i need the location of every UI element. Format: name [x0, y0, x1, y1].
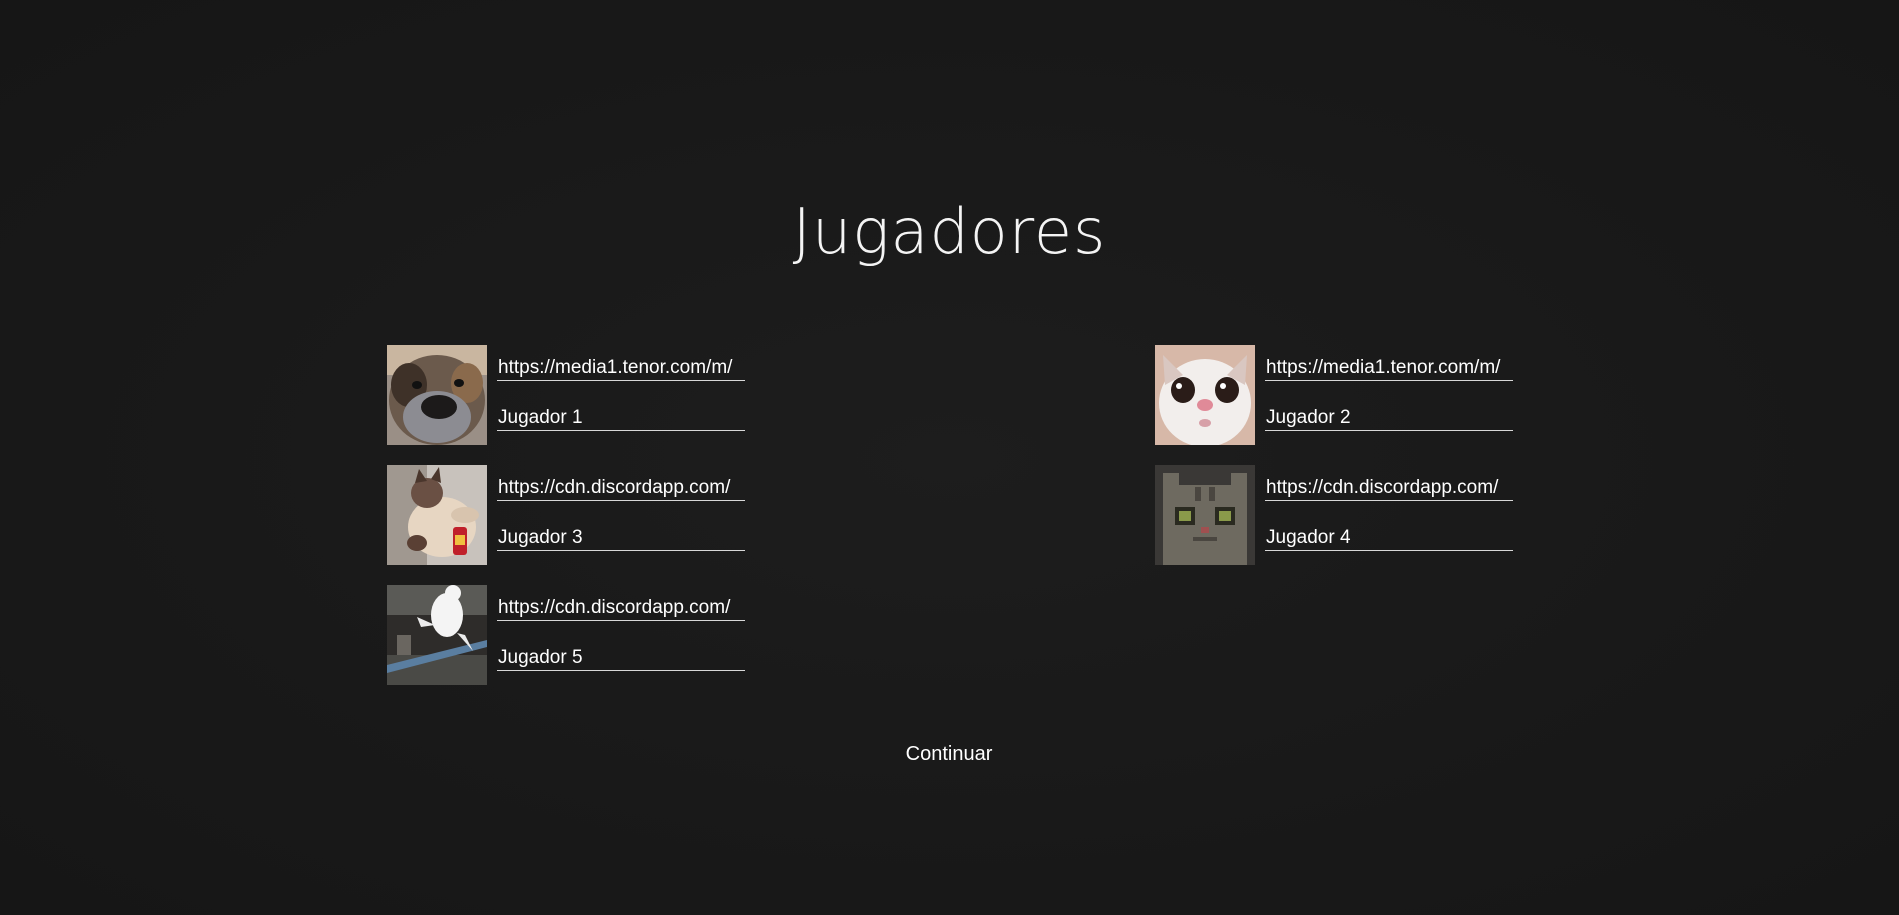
player-avatar-5 [387, 585, 487, 685]
player-row-4 [1155, 465, 1515, 565]
player-name-input-4[interactable] [1265, 525, 1513, 551]
player-name-input-2[interactable] [1265, 405, 1513, 431]
player-name-input-3[interactable] [497, 525, 745, 551]
player-name-input-1[interactable] [497, 405, 745, 431]
players-screen: Jugadores https://media1.tenor.com/m/ Ju… [0, 0, 1899, 915]
player-row-3 [387, 465, 747, 565]
continue-button[interactable]: Continuar [849, 739, 1049, 769]
cat-avatar-image [1155, 345, 1255, 445]
jumping-cat-avatar-image [387, 585, 487, 685]
player-avatar-3 [387, 465, 487, 565]
dog-avatar-image [387, 345, 487, 445]
avatar-url-input-3[interactable] [497, 475, 745, 501]
pixel-cat-avatar-image [1155, 465, 1255, 565]
page-title: Jugadores [792, 195, 1107, 268]
siamese-cat-avatar-image [387, 465, 487, 565]
avatar-url-input-5[interactable] [497, 595, 745, 621]
avatar-url-input-1[interactable] [497, 355, 745, 381]
player-avatar-2 [1155, 345, 1255, 445]
avatar-url-input-2[interactable] [1265, 355, 1513, 381]
player-avatar-4 [1155, 465, 1255, 565]
player-avatar-1 [387, 345, 487, 445]
player-row-1 [387, 345, 747, 445]
player-row-5 [387, 585, 747, 685]
player-name-input-5[interactable] [497, 645, 745, 671]
player-row-2 [1155, 345, 1515, 445]
avatar-url-input-4[interactable] [1265, 475, 1513, 501]
